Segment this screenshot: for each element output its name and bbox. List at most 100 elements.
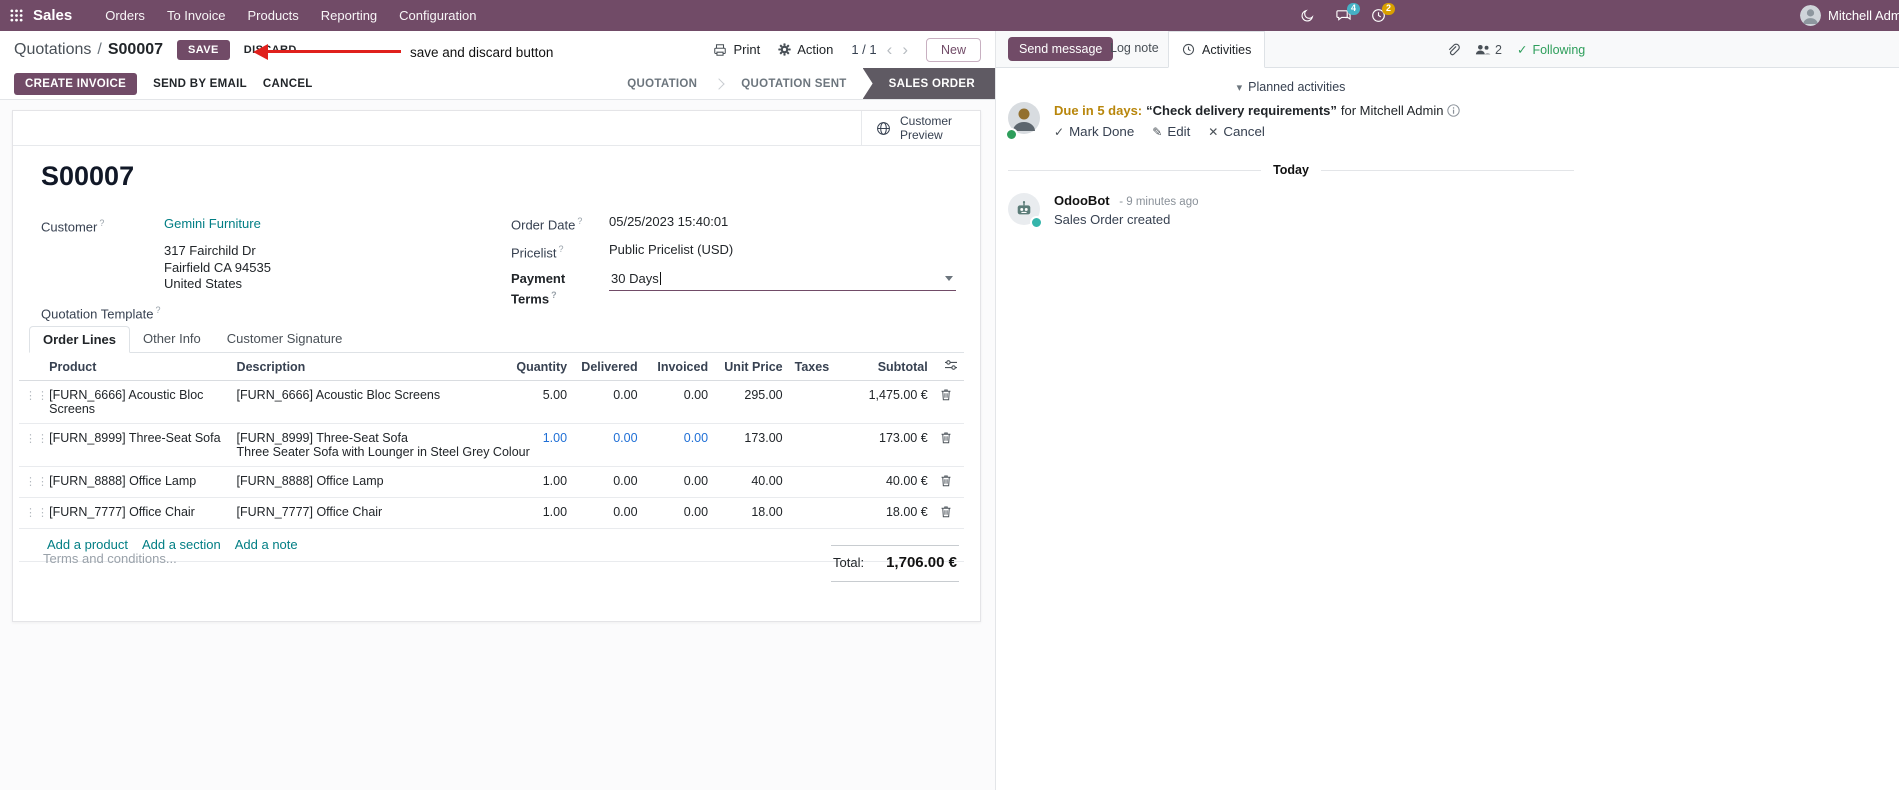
cell-delivered[interactable]: 0.00 — [573, 466, 644, 498]
tab-activities[interactable]: Activities — [1168, 31, 1266, 68]
new-button[interactable]: New — [925, 37, 981, 62]
attachment-paperclip-icon[interactable] — [1446, 42, 1460, 57]
column-quantity[interactable]: Quantity — [504, 353, 574, 381]
pricelist-value[interactable]: Public Pricelist (USD) — [609, 241, 733, 258]
cell-unit-price[interactable]: 173.00 — [714, 423, 789, 467]
cell-description[interactable]: [FURN_7777] Office Chair — [230, 497, 505, 529]
pager-previous-icon[interactable]: ‹ — [887, 41, 893, 58]
cell-product[interactable]: [FURN_6666] Acoustic Bloc Screens — [43, 380, 231, 424]
order-date-label: Order Date? — [511, 213, 609, 233]
cell-description[interactable]: [FURN_8888] Office Lamp — [230, 466, 505, 498]
cell-taxes[interactable] — [788, 380, 833, 424]
menu-orders[interactable]: Orders — [94, 0, 156, 31]
action-button[interactable]: Action — [778, 42, 833, 57]
tab-customer-signature[interactable]: Customer Signature — [214, 326, 356, 352]
info-icon[interactable] — [1447, 104, 1461, 117]
delete-row-button[interactable] — [940, 388, 952, 401]
order-line-row[interactable]: ⋮⋮ [FURN_7777] Office Chair [FURN_7777] … — [19, 497, 964, 529]
order-date-value[interactable]: 05/25/2023 15:40:01 — [609, 213, 728, 230]
tab-order-lines[interactable]: Order Lines — [29, 326, 130, 353]
cell-quantity[interactable]: 1.00 — [504, 466, 574, 498]
app-name[interactable]: Sales — [33, 7, 72, 24]
apps-grid-icon — [10, 9, 23, 22]
column-invoiced[interactable]: Invoiced — [643, 353, 715, 381]
save-button[interactable]: SAVE — [177, 39, 230, 60]
cell-delivered[interactable]: 0.00 — [573, 380, 644, 424]
cell-product[interactable]: [FURN_8888] Office Lamp — [43, 466, 231, 498]
drag-handle-icon[interactable]: ⋮⋮ — [25, 390, 49, 402]
order-line-row[interactable]: ⋮⋮ [FURN_8999] Three-Seat Sofa [FURN_899… — [19, 423, 964, 467]
cell-invoiced[interactable]: 0.00 — [684, 431, 708, 445]
column-taxes[interactable]: Taxes — [788, 353, 833, 381]
column-delivered[interactable]: Delivered — [573, 353, 644, 381]
activities-clock-icon[interactable]: 2 — [1371, 3, 1395, 23]
send-message-button[interactable]: Send message — [1008, 37, 1114, 61]
send-by-email-button[interactable]: SEND BY EMAIL — [153, 78, 247, 90]
terms-and-conditions-input[interactable]: Terms and conditions... — [43, 551, 177, 566]
cell-quantity[interactable]: 5.00 — [504, 380, 574, 424]
delete-row-button[interactable] — [940, 474, 952, 487]
apps-menu-button[interactable] — [0, 0, 33, 31]
cell-description[interactable]: [FURN_8999] Three-Seat Sofa Three Seater… — [230, 423, 530, 467]
print-button[interactable]: Print — [713, 42, 760, 57]
stage-quotation-sent[interactable]: QUOTATION SENT — [725, 68, 862, 99]
menu-products[interactable]: Products — [236, 0, 309, 31]
customer-preview-button[interactable]: Customer Preview — [861, 111, 980, 145]
menu-to-invoice[interactable]: To Invoice — [156, 0, 237, 31]
add-a-product-link[interactable]: Add a product — [47, 537, 128, 552]
planned-activities-header[interactable]: ▾ Planned activities — [996, 68, 1586, 94]
cell-delivered[interactable]: 0.00 — [573, 497, 644, 529]
column-description[interactable]: Description — [230, 353, 505, 381]
pager-next-icon[interactable]: › — [902, 41, 908, 58]
customer-link[interactable]: Gemini Furniture — [164, 215, 261, 232]
create-invoice-button[interactable]: CREATE INVOICE — [14, 72, 138, 95]
menu-reporting[interactable]: Reporting — [310, 0, 388, 31]
log-note-button[interactable]: Log note — [1110, 41, 1159, 55]
tab-other-info[interactable]: Other Info — [130, 326, 214, 352]
drag-handle-icon[interactable]: ⋮⋮ — [25, 476, 49, 488]
cell-unit-price[interactable]: 295.00 — [714, 380, 789, 424]
cell-unit-price[interactable]: 40.00 — [714, 466, 789, 498]
order-line-row[interactable]: ⋮⋮ [FURN_8888] Office Lamp [FURN_8888] O… — [19, 466, 964, 498]
mark-done-button[interactable]: ✓ Mark Done — [1054, 124, 1134, 139]
cell-delivered[interactable]: 0.00 — [613, 431, 637, 445]
column-unit-price[interactable]: Unit Price — [714, 353, 789, 381]
delete-row-button[interactable] — [940, 505, 952, 518]
cell-unit-price[interactable]: 18.00 — [714, 497, 789, 529]
cell-taxes[interactable] — [788, 423, 833, 467]
stage-sales-order[interactable]: SALES ORDER — [862, 68, 995, 99]
cancel-button[interactable]: CANCEL — [263, 78, 313, 90]
optional-columns-button[interactable] — [933, 353, 964, 381]
cell-invoiced[interactable]: 0.00 — [643, 466, 715, 498]
cell-taxes[interactable] — [788, 466, 833, 498]
following-button[interactable]: ✓ Following — [1517, 42, 1585, 58]
drag-handle-icon[interactable]: ⋮⋮ — [25, 433, 49, 445]
cell-description[interactable]: [FURN_6666] Acoustic Bloc Screens — [230, 380, 505, 424]
delete-row-button[interactable] — [940, 431, 952, 444]
message-author[interactable]: OdooBot — [1054, 193, 1110, 208]
dropdown-caret-icon[interactable] — [945, 275, 953, 281]
stage-quotation[interactable]: QUOTATION — [611, 68, 713, 99]
cancel-activity-button[interactable]: ✕ Cancel — [1208, 124, 1265, 139]
add-a-note-link[interactable]: Add a note — [235, 537, 298, 552]
payment-terms-input[interactable]: 30 Days — [609, 270, 956, 291]
cell-quantity[interactable]: 1.00 — [543, 431, 567, 445]
dark-mode-moon-icon[interactable] — [1300, 8, 1315, 23]
drag-handle-icon[interactable]: ⋮⋮ — [25, 507, 49, 519]
cell-product[interactable]: [FURN_7777] Office Chair — [43, 497, 231, 529]
messages-icon[interactable]: 4 — [1335, 3, 1360, 23]
user-menu[interactable]: Mitchell Admin (save_discar — [1800, 0, 1899, 31]
breadcrumb-parent[interactable]: Quotations — [14, 41, 91, 59]
column-product[interactable]: Product — [43, 353, 231, 381]
followers-button[interactable]: 2 — [1475, 43, 1502, 57]
cell-taxes[interactable] — [788, 497, 833, 529]
menu-configuration[interactable]: Configuration — [388, 0, 487, 31]
cell-quantity[interactable]: 1.00 — [504, 497, 574, 529]
cell-invoiced[interactable]: 0.00 — [643, 497, 715, 529]
cell-product[interactable]: [FURN_8999] Three-Seat Sofa — [43, 423, 231, 467]
add-a-section-link[interactable]: Add a section — [142, 537, 221, 552]
column-subtotal[interactable]: Subtotal — [832, 353, 934, 381]
cell-invoiced[interactable]: 0.00 — [643, 380, 715, 424]
edit-activity-button[interactable]: ✎ Edit — [1152, 124, 1190, 139]
order-line-row[interactable]: ⋮⋮ [FURN_6666] Acoustic Bloc Screens [FU… — [19, 380, 964, 424]
